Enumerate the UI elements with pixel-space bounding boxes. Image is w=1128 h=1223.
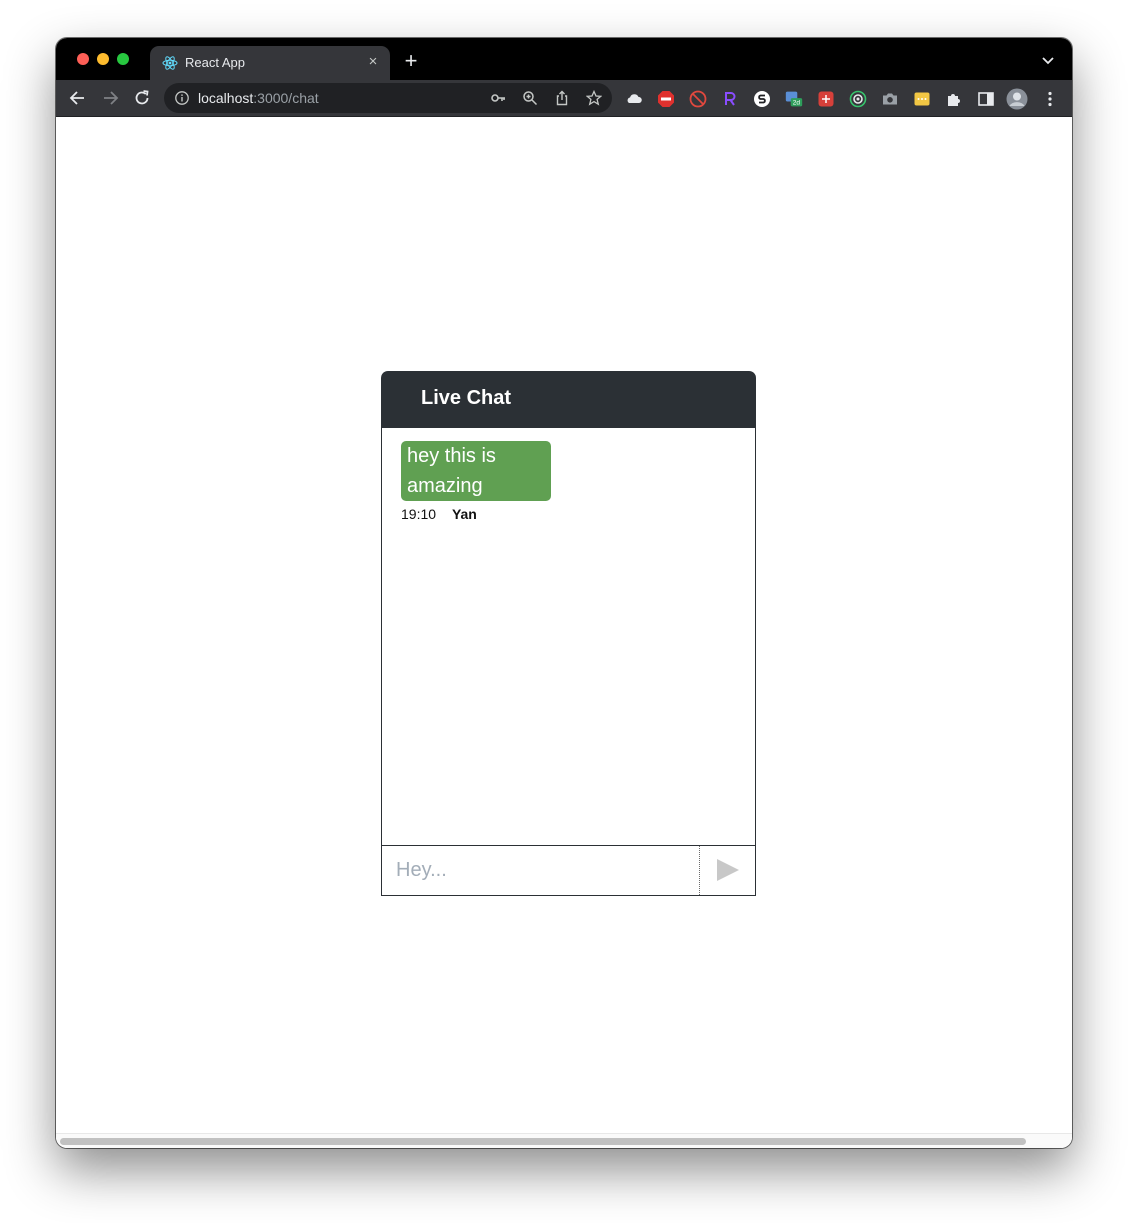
puzzle-extensions-icon[interactable]: [945, 90, 963, 108]
send-triangle-icon: [717, 859, 739, 881]
tab-title: React App: [185, 55, 245, 70]
chat-title: Live Chat: [421, 387, 512, 409]
tab-react-app[interactable]: React App ×: [150, 46, 390, 80]
message-bubble: hey this is amazing: [401, 441, 551, 501]
url-host: localhost: [198, 90, 254, 106]
address-bar[interactable]: localhost:3000/chat: [164, 83, 612, 113]
info-icon[interactable]: [174, 90, 190, 106]
key-icon[interactable]: [490, 90, 506, 106]
blocker-extension-icon[interactable]: [689, 90, 707, 108]
gift-extension-icon[interactable]: [817, 90, 835, 108]
tab-strip: React App × +: [56, 38, 1072, 80]
page-content: Live Chat hey this is amazing 19:10 Yan: [56, 117, 1072, 1148]
s-extension-icon[interactable]: [753, 90, 771, 108]
reload-icon[interactable]: [132, 88, 152, 108]
forward-arrow-icon[interactable]: [100, 88, 120, 108]
scrollbar-thumb[interactable]: [60, 1138, 1026, 1145]
message-author: Yan: [451, 506, 477, 522]
profile-avatar[interactable]: [1006, 88, 1028, 110]
react-logo-icon: [162, 56, 178, 70]
send-button[interactable]: [699, 846, 755, 895]
browser-window: React App × + localhost:3000/chat 2d Liv…: [56, 38, 1072, 1148]
svg-text:2d: 2d: [793, 100, 801, 107]
target-extension-icon[interactable]: [849, 90, 867, 108]
r-extension-icon[interactable]: [721, 90, 739, 108]
more-menu-icon[interactable]: [1041, 90, 1059, 108]
new-tab-button[interactable]: +: [400, 50, 422, 73]
horizontal-scrollbar[interactable]: [56, 1133, 1072, 1148]
camera-icon[interactable]: [881, 90, 899, 108]
adblock-plus-icon[interactable]: [657, 90, 675, 108]
zoom-icon[interactable]: [522, 90, 538, 106]
chat-messages-panel[interactable]: hey this is amazing 19:10 Yan: [381, 427, 756, 846]
chat-input-bar: [381, 845, 756, 896]
minimize-window-button[interactable]: [97, 53, 109, 65]
side-panel-icon[interactable]: [977, 90, 995, 108]
cloud-extension-icon[interactable]: [625, 90, 643, 108]
url-path: :3000/chat: [253, 90, 319, 106]
close-window-button[interactable]: [77, 53, 89, 65]
url-text[interactable]: localhost:3000/chat: [198, 90, 319, 106]
bookmark-star-icon[interactable]: [586, 90, 602, 106]
notes-extension-icon[interactable]: [913, 90, 931, 108]
chevron-down-icon[interactable]: [1040, 52, 1056, 68]
message-time: 19:10: [401, 506, 437, 522]
message-input[interactable]: [382, 846, 699, 895]
browser-toolbar: localhost:3000/chat 2d: [56, 80, 1072, 117]
back-arrow-icon[interactable]: [68, 88, 88, 108]
calendar-badge-extension-icon[interactable]: 2d: [785, 90, 803, 108]
share-icon[interactable]: [554, 90, 570, 106]
maximize-window-button[interactable]: [117, 53, 129, 65]
close-tab-icon[interactable]: ×: [366, 54, 380, 69]
chat-header: Live Chat: [381, 371, 756, 427]
message-meta: 19:10 Yan: [401, 506, 477, 522]
